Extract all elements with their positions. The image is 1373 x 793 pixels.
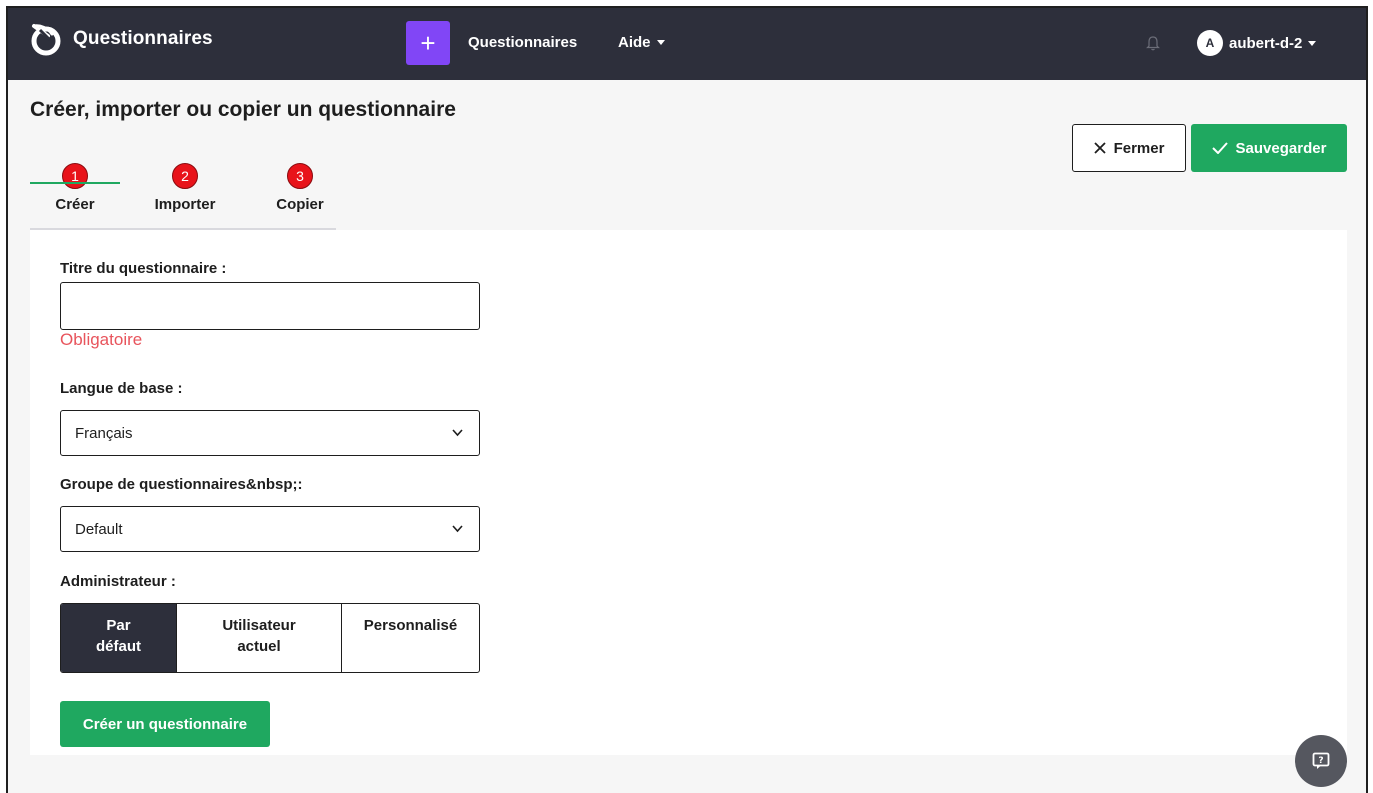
help-feedback-button[interactable]: ?	[1295, 735, 1347, 787]
close-icon	[1093, 142, 1106, 154]
close-button[interactable]: Fermer	[1072, 124, 1186, 172]
save-button[interactable]: Sauvegarder	[1191, 124, 1347, 172]
base-language-select[interactable]: Français	[60, 410, 480, 456]
caret-down-icon	[656, 40, 665, 45]
tab-copy-label: Copier	[276, 196, 324, 213]
save-button-label: Sauvegarder	[1235, 139, 1327, 157]
active-tab-indicator	[30, 182, 120, 184]
user-name: aubert-d-2	[1229, 34, 1303, 52]
page-title: Créer, importer ou copier un questionnai…	[30, 98, 456, 121]
top-navbar: Questionnaires + Questionnaires Aide A a…	[8, 8, 1366, 80]
admin-option-current-user-line1: Utilisateur	[222, 617, 296, 634]
notification-bell-icon[interactable]	[1146, 35, 1160, 51]
nav-link-questionnaires[interactable]: Questionnaires	[468, 34, 577, 51]
admin-option-default-line1: Par	[106, 617, 131, 634]
survey-group-select[interactable]: Default	[60, 506, 480, 552]
chevron-down-icon	[452, 429, 463, 437]
app-frame: Questionnaires + Questionnaires Aide A a…	[6, 6, 1368, 793]
brand[interactable]: Questionnaires	[30, 22, 213, 56]
questionnaires-logo-icon	[31, 22, 61, 56]
nav-dropdown-aide[interactable]: Aide	[618, 34, 665, 51]
administrator-toggle-group: Par défaut Utilisateur actuel Personnali…	[60, 603, 480, 673]
plus-icon: +	[420, 28, 436, 58]
admin-option-current-user-line2: actuel	[237, 638, 281, 655]
admin-option-default-line2: défaut	[96, 638, 141, 655]
tab-copy[interactable]: 3 Copier	[270, 158, 330, 230]
step-badge-1: 1	[62, 163, 88, 189]
administrator-label: Administrateur :	[60, 573, 176, 590]
user-menu[interactable]: A aubert-d-2	[1197, 30, 1317, 56]
step-badge-2: 2	[172, 163, 198, 189]
nav-aide-label: Aide	[618, 34, 651, 51]
svg-text:?: ?	[1318, 756, 1323, 766]
chevron-down-icon	[452, 525, 463, 533]
tab-bar: 1 Créer 2 Importer 3 Copier	[30, 158, 336, 230]
base-language-label: Langue de base :	[60, 380, 183, 397]
brand-name: Questionnaires	[73, 28, 213, 49]
survey-group-label: Groupe de questionnaires&nbsp;:	[60, 476, 303, 493]
create-form-card: Titre du questionnaire : Obligatoire Lan…	[30, 230, 1347, 755]
admin-option-current-user[interactable]: Utilisateur actuel	[177, 604, 342, 672]
required-error-text: Obligatoire	[60, 330, 143, 349]
survey-title-input[interactable]	[60, 282, 480, 330]
step-badge-3: 3	[287, 163, 313, 189]
create-survey-plus-button[interactable]: +	[406, 21, 450, 65]
survey-title-label: Titre du questionnaire :	[60, 260, 227, 277]
tab-create[interactable]: 1 Créer	[30, 158, 120, 230]
admin-option-default[interactable]: Par défaut	[61, 604, 177, 672]
admin-option-custom-line1: Personnalisé	[363, 617, 458, 634]
help-chat-icon: ?	[1312, 752, 1330, 769]
create-survey-button[interactable]: Créer un questionnaire	[60, 701, 270, 747]
base-language-value: Français	[75, 424, 133, 442]
tab-import-label: Importer	[154, 196, 216, 213]
checkmark-icon	[1211, 142, 1228, 154]
survey-group-value: Default	[75, 520, 123, 538]
close-button-label: Fermer	[1113, 139, 1165, 157]
tab-create-label: Créer	[55, 196, 95, 213]
avatar: A	[1197, 30, 1223, 56]
tab-import[interactable]: 2 Importer	[145, 158, 225, 230]
admin-option-custom[interactable]: Personnalisé	[342, 604, 479, 672]
caret-down-icon	[1308, 40, 1317, 46]
